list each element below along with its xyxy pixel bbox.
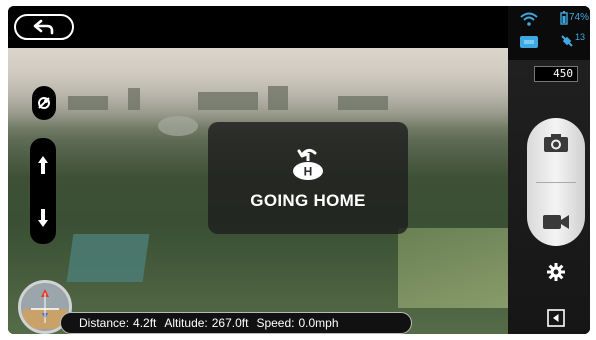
altitude-value: 267.0ft <box>211 316 249 330</box>
video-camera-icon[interactable] <box>542 213 570 231</box>
ascend-descend-control[interactable] <box>30 138 56 244</box>
down-arrow-icon[interactable] <box>36 207 50 229</box>
settings-button[interactable] <box>546 262 566 282</box>
satellite-icon <box>561 35 573 47</box>
rec-badge-icon <box>520 36 538 48</box>
altitude-limit-display: 450 <box>534 66 578 82</box>
going-home-overlay: H GOING HOME <box>208 122 408 234</box>
battery-icon <box>560 11 568 25</box>
collapse-panel-button[interactable] <box>546 308 566 328</box>
top-bar <box>8 6 508 48</box>
back-button[interactable] <box>14 14 74 40</box>
back-arrow-icon <box>33 19 54 35</box>
svg-text:H: H <box>304 165 313 179</box>
gear-icon <box>547 263 565 281</box>
camera-icon[interactable] <box>543 133 569 153</box>
distance-label: Distance: <box>79 316 130 330</box>
speed-label: Speed: <box>256 316 295 330</box>
return-home-icon: H <box>293 148 323 180</box>
left-triangle-icon <box>547 309 565 327</box>
telemetry-bar: Distance: 4.2ft Altitude: 267.0ft Speed:… <box>60 312 412 334</box>
wifi-icon <box>520 12 538 26</box>
satellite-count: 13 <box>575 32 586 42</box>
gimbal-icon <box>38 97 50 109</box>
up-arrow-icon[interactable] <box>36 154 50 176</box>
app-screen: H GOING HOME Distance: 4.2ft Altitude: 2… <box>8 6 590 334</box>
gimbal-mode-button[interactable] <box>32 86 56 120</box>
going-home-label: GOING HOME <box>250 191 366 210</box>
capture-switch[interactable] <box>527 118 585 246</box>
status-icons: 74% 13 <box>508 6 590 60</box>
speed-value: 0.0mph <box>298 316 339 330</box>
battery-percent: 74% <box>569 12 590 23</box>
distance-value: 4.2ft <box>133 316 157 330</box>
altitude-label: Altitude: <box>164 316 208 330</box>
right-control-panel: 74% 13 450 <box>508 6 590 334</box>
